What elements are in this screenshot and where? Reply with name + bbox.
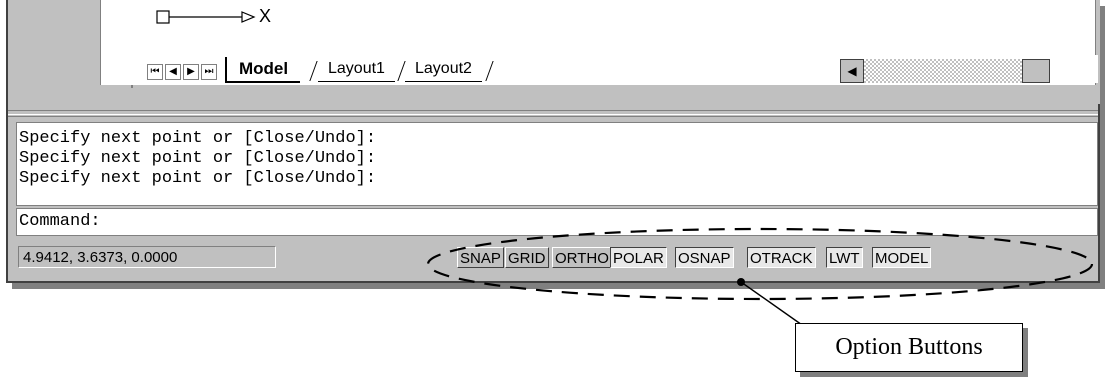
option-buttons-callout: Option Buttons (795, 323, 1023, 372)
dashed-ellipse (426, 227, 1094, 301)
leader-dot (737, 278, 745, 286)
